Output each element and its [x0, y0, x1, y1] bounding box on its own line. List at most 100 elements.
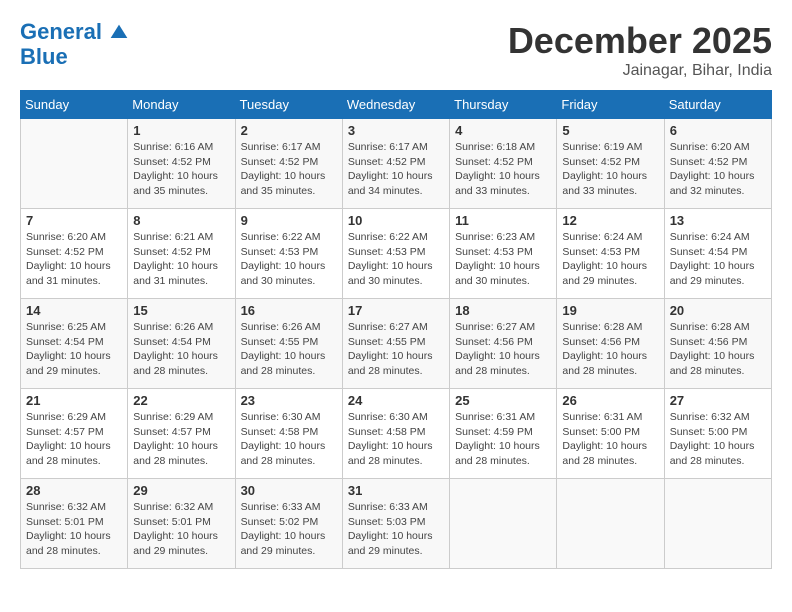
daylight-text: Daylight: 10 hours and 33 minutes. — [562, 169, 658, 198]
sunrise-text: Sunrise: 6:31 AM — [455, 410, 551, 425]
day-header-monday: Monday — [128, 91, 235, 119]
sunrise-text: Sunrise: 6:18 AM — [455, 140, 551, 155]
sunset-text: Sunset: 5:02 PM — [241, 515, 337, 530]
calendar-day-cell: 26 Sunrise: 6:31 AMSunset: 5:00 PMDayligh… — [557, 389, 664, 479]
calendar-day-cell: 7Sunrise: 6:20 AMSunset: 4:52 PMDaylight… — [21, 209, 128, 299]
sunrise-text: Sunrise: 6:30 AM — [348, 410, 444, 425]
calendar-day-cell: 2Sunrise: 6:17 AMSunset: 4:52 PMDaylight… — [235, 119, 342, 209]
sunset-text: Sunset: 5:03 PM — [348, 515, 444, 530]
day-number: 14 — [26, 303, 122, 318]
daylight-text: Daylight: 10 hours and 35 minutes. — [133, 169, 229, 198]
sunrise-text: Sunrise: 6:25 AM — [26, 320, 122, 335]
day-info: Sunrise: 6:24 AMSunset: 4:53 PMDaylight:… — [562, 230, 658, 289]
day-number: 18 — [455, 303, 551, 318]
day-info: Sunrise: 6:17 AMSunset: 4:52 PMDaylight:… — [241, 140, 337, 199]
daylight-text: Daylight: 10 hours and 34 minutes. — [348, 169, 444, 198]
day-info: Sunrise: 6:24 AMSunset: 4:54 PMDaylight:… — [670, 230, 766, 289]
daylight-text: Daylight: 10 hours and 30 minutes. — [348, 259, 444, 288]
day-number: 5 — [562, 123, 658, 138]
day-number: 21 — [26, 393, 122, 408]
sunrise-text: Sunrise: 6:17 AM — [241, 140, 337, 155]
sunrise-text: Sunrise: 6:22 AM — [348, 230, 444, 245]
calendar-day-cell — [21, 119, 128, 209]
calendar-day-cell: 24Sunrise: 6:30 AMSunset: 4:58 PMDayligh… — [342, 389, 449, 479]
calendar-week-row: 7Sunrise: 6:20 AMSunset: 4:52 PMDaylight… — [21, 209, 772, 299]
daylight-text: Daylight: 10 hours and 29 minutes. — [348, 529, 444, 558]
calendar-table: SundayMondayTuesdayWednesdayThursdayFrid… — [20, 90, 772, 569]
sunset-text: Sunset: 4:53 PM — [348, 245, 444, 260]
sunset-text: Sunset: 4:52 PM — [670, 155, 766, 170]
day-info: Sunrise: 6:28 AMSunset: 4:56 PMDaylight:… — [562, 320, 658, 379]
daylight-text: Daylight: 10 hours and 28 minutes. — [241, 349, 337, 378]
day-number: 20 — [670, 303, 766, 318]
calendar-day-cell: 1Sunrise: 6:16 AMSunset: 4:52 PMDaylight… — [128, 119, 235, 209]
sunset-text: Sunset: 5:00 PM — [562, 425, 658, 440]
day-info: Sunrise: 6:26 AMSunset: 4:54 PMDaylight:… — [133, 320, 229, 379]
day-info: Sunrise: 6:33 AMSunset: 5:02 PMDaylight:… — [241, 500, 337, 559]
day-number: 23 — [241, 393, 337, 408]
day-header-friday: Friday — [557, 91, 664, 119]
sunset-text: Sunset: 4:52 PM — [133, 155, 229, 170]
day-info: Sunrise: 6:18 AMSunset: 4:52 PMDaylight:… — [455, 140, 551, 199]
sunset-text: Sunset: 4:52 PM — [26, 245, 122, 260]
day-number: 3 — [348, 123, 444, 138]
day-info: Sunrise: 6:29 AMSunset: 4:57 PMDaylight:… — [133, 410, 229, 469]
sunset-text: Sunset: 4:56 PM — [670, 335, 766, 350]
daylight-text: Daylight: 10 hours and 28 minutes. — [670, 349, 766, 378]
calendar-day-cell: 28Sunrise: 6:32 AMSunset: 5:01 PMDayligh… — [21, 479, 128, 569]
daylight-text: Daylight: 10 hours and 29 minutes. — [133, 529, 229, 558]
calendar-week-row: 14Sunrise: 6:25 AMSunset: 4:54 PMDayligh… — [21, 299, 772, 389]
day-info: Sunrise: 6:29 AMSunset: 4:57 PMDaylight:… — [26, 410, 122, 469]
calendar-day-cell: 27Sunrise: 6:32 AMSunset: 5:00 PMDayligh… — [664, 389, 771, 479]
sunset-text: Sunset: 4:52 PM — [241, 155, 337, 170]
sunrise-text: Sunrise: 6:24 AM — [670, 230, 766, 245]
daylight-text: Daylight: 10 hours and 28 minutes. — [562, 439, 658, 468]
calendar-day-cell: 18Sunrise: 6:27 AMSunset: 4:56 PMDayligh… — [450, 299, 557, 389]
location: Jainagar, Bihar, India — [508, 62, 772, 80]
day-header-thursday: Thursday — [450, 91, 557, 119]
calendar-day-cell: 13Sunrise: 6:24 AMSunset: 4:54 PMDayligh… — [664, 209, 771, 299]
day-number: 28 — [26, 483, 122, 498]
calendar-day-cell: 17Sunrise: 6:27 AMSunset: 4:55 PMDayligh… — [342, 299, 449, 389]
day-header-tuesday: Tuesday — [235, 91, 342, 119]
calendar-week-row: 1Sunrise: 6:16 AMSunset: 4:52 PMDaylight… — [21, 119, 772, 209]
logo-general: General — [20, 20, 129, 44]
sunrise-text: Sunrise: 6:26 AM — [133, 320, 229, 335]
day-header-sunday: Sunday — [21, 91, 128, 119]
sunrise-text: Sunrise: 6:32 AM — [670, 410, 766, 425]
sunset-text: Sunset: 4:52 PM — [455, 155, 551, 170]
sunset-text: Sunset: 4:57 PM — [133, 425, 229, 440]
day-number: 30 — [241, 483, 337, 498]
calendar-day-cell: 25Sunrise: 6:31 AMSunset: 4:59 PMDayligh… — [450, 389, 557, 479]
sunrise-text: Sunrise: 6:29 AM — [26, 410, 122, 425]
sunset-text: Sunset: 4:53 PM — [562, 245, 658, 260]
day-number: 25 — [455, 393, 551, 408]
sunset-text: Sunset: 4:54 PM — [670, 245, 766, 260]
sunset-text: Sunset: 4:55 PM — [348, 335, 444, 350]
day-number: 1 — [133, 123, 229, 138]
day-info: Sunrise: 6:17 AMSunset: 4:52 PMDaylight:… — [348, 140, 444, 199]
sunset-text: Sunset: 4:52 PM — [348, 155, 444, 170]
calendar-week-row: 21Sunrise: 6:29 AMSunset: 4:57 PMDayligh… — [21, 389, 772, 479]
day-number: 26 — [562, 393, 658, 408]
day-info: Sunrise: 6:23 AMSunset: 4:53 PMDaylight:… — [455, 230, 551, 289]
day-info: Sunrise: 6:30 AMSunset: 4:58 PMDaylight:… — [348, 410, 444, 469]
day-number: 11 — [455, 213, 551, 228]
day-info: Sunrise: 6:32 AMSunset: 5:01 PMDaylight:… — [133, 500, 229, 559]
sunrise-text: Sunrise: 6:20 AM — [26, 230, 122, 245]
day-number: 8 — [133, 213, 229, 228]
month-title: December 2025 — [508, 20, 772, 62]
sunset-text: Sunset: 4:55 PM — [241, 335, 337, 350]
calendar-day-cell — [450, 479, 557, 569]
daylight-text: Daylight: 10 hours and 28 minutes. — [241, 439, 337, 468]
day-info: Sunrise: 6:31 AMSunset: 5:00 PMDaylight:… — [562, 410, 658, 469]
sunrise-text: Sunrise: 6:28 AM — [670, 320, 766, 335]
calendar-day-cell: 3 Sunrise: 6:17 AMSunset: 4:52 PMDaylight… — [342, 119, 449, 209]
calendar-day-cell: 23Sunrise: 6:30 AMSunset: 4:58 PMDayligh… — [235, 389, 342, 479]
daylight-text: Daylight: 10 hours and 29 minutes. — [670, 259, 766, 288]
sunrise-text: Sunrise: 6:26 AM — [241, 320, 337, 335]
sunset-text: Sunset: 4:57 PM — [26, 425, 122, 440]
calendar-day-cell: 14Sunrise: 6:25 AMSunset: 4:54 PMDayligh… — [21, 299, 128, 389]
sunrise-text: Sunrise: 6:17 AM — [348, 140, 444, 155]
day-number: 6 — [670, 123, 766, 138]
